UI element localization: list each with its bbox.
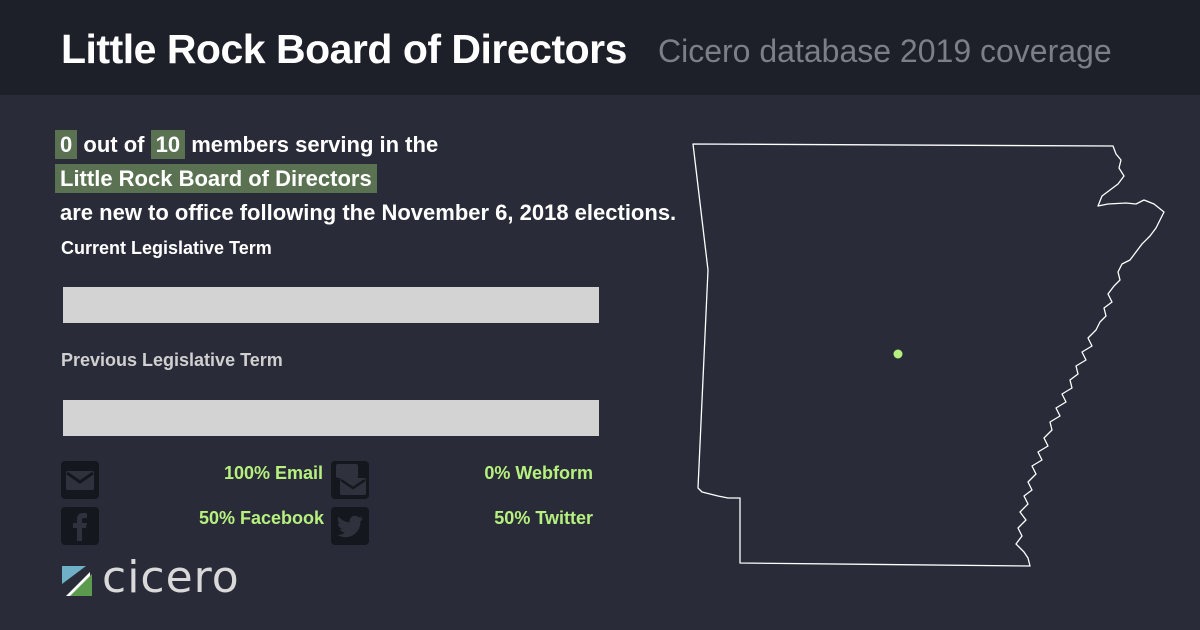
- cicero-logo-text: cicero: [102, 552, 240, 603]
- webform-stat: 0% Webform: [484, 463, 593, 483]
- summary-rest: are new to office following the November…: [60, 200, 677, 225]
- twitter-stat: 50% Twitter: [494, 508, 593, 528]
- page-subtitle: Cicero database 2019 coverage: [658, 33, 1112, 69]
- previous-term-label: Previous Legislative Term: [61, 350, 283, 370]
- summary-members: members serving in the: [191, 132, 439, 157]
- twitter-icon: [331, 507, 369, 545]
- little-rock-point: [893, 349, 903, 359]
- previous-term-bar: [63, 400, 599, 436]
- legislative-body-name: Little Rock Board of Directors: [55, 164, 377, 193]
- webform-icon: [331, 461, 369, 499]
- new-members-count: 0: [55, 130, 78, 159]
- facebook-icon: [61, 507, 99, 545]
- facebook-stat: 50% Facebook: [198, 508, 324, 528]
- current-term-bar: [63, 287, 599, 323]
- page-title: Little Rock Board of Directors: [61, 26, 627, 72]
- state-outline: [692, 143, 1165, 567]
- total-members-count: 10: [150, 130, 186, 159]
- current-term-label: Current Legislative Term: [61, 238, 272, 258]
- summary-text: 0 out of 10 members serving in the Littl…: [55, 128, 676, 230]
- arkansas-map: [688, 140, 1178, 585]
- header-bar: Little Rock Board of Directors Cicero da…: [0, 0, 1200, 95]
- envelope-icon: [61, 461, 99, 499]
- email-stat: 100% Email: [223, 463, 323, 483]
- cicero-logo-mark: [62, 566, 92, 601]
- summary-out-of: out of: [83, 132, 145, 157]
